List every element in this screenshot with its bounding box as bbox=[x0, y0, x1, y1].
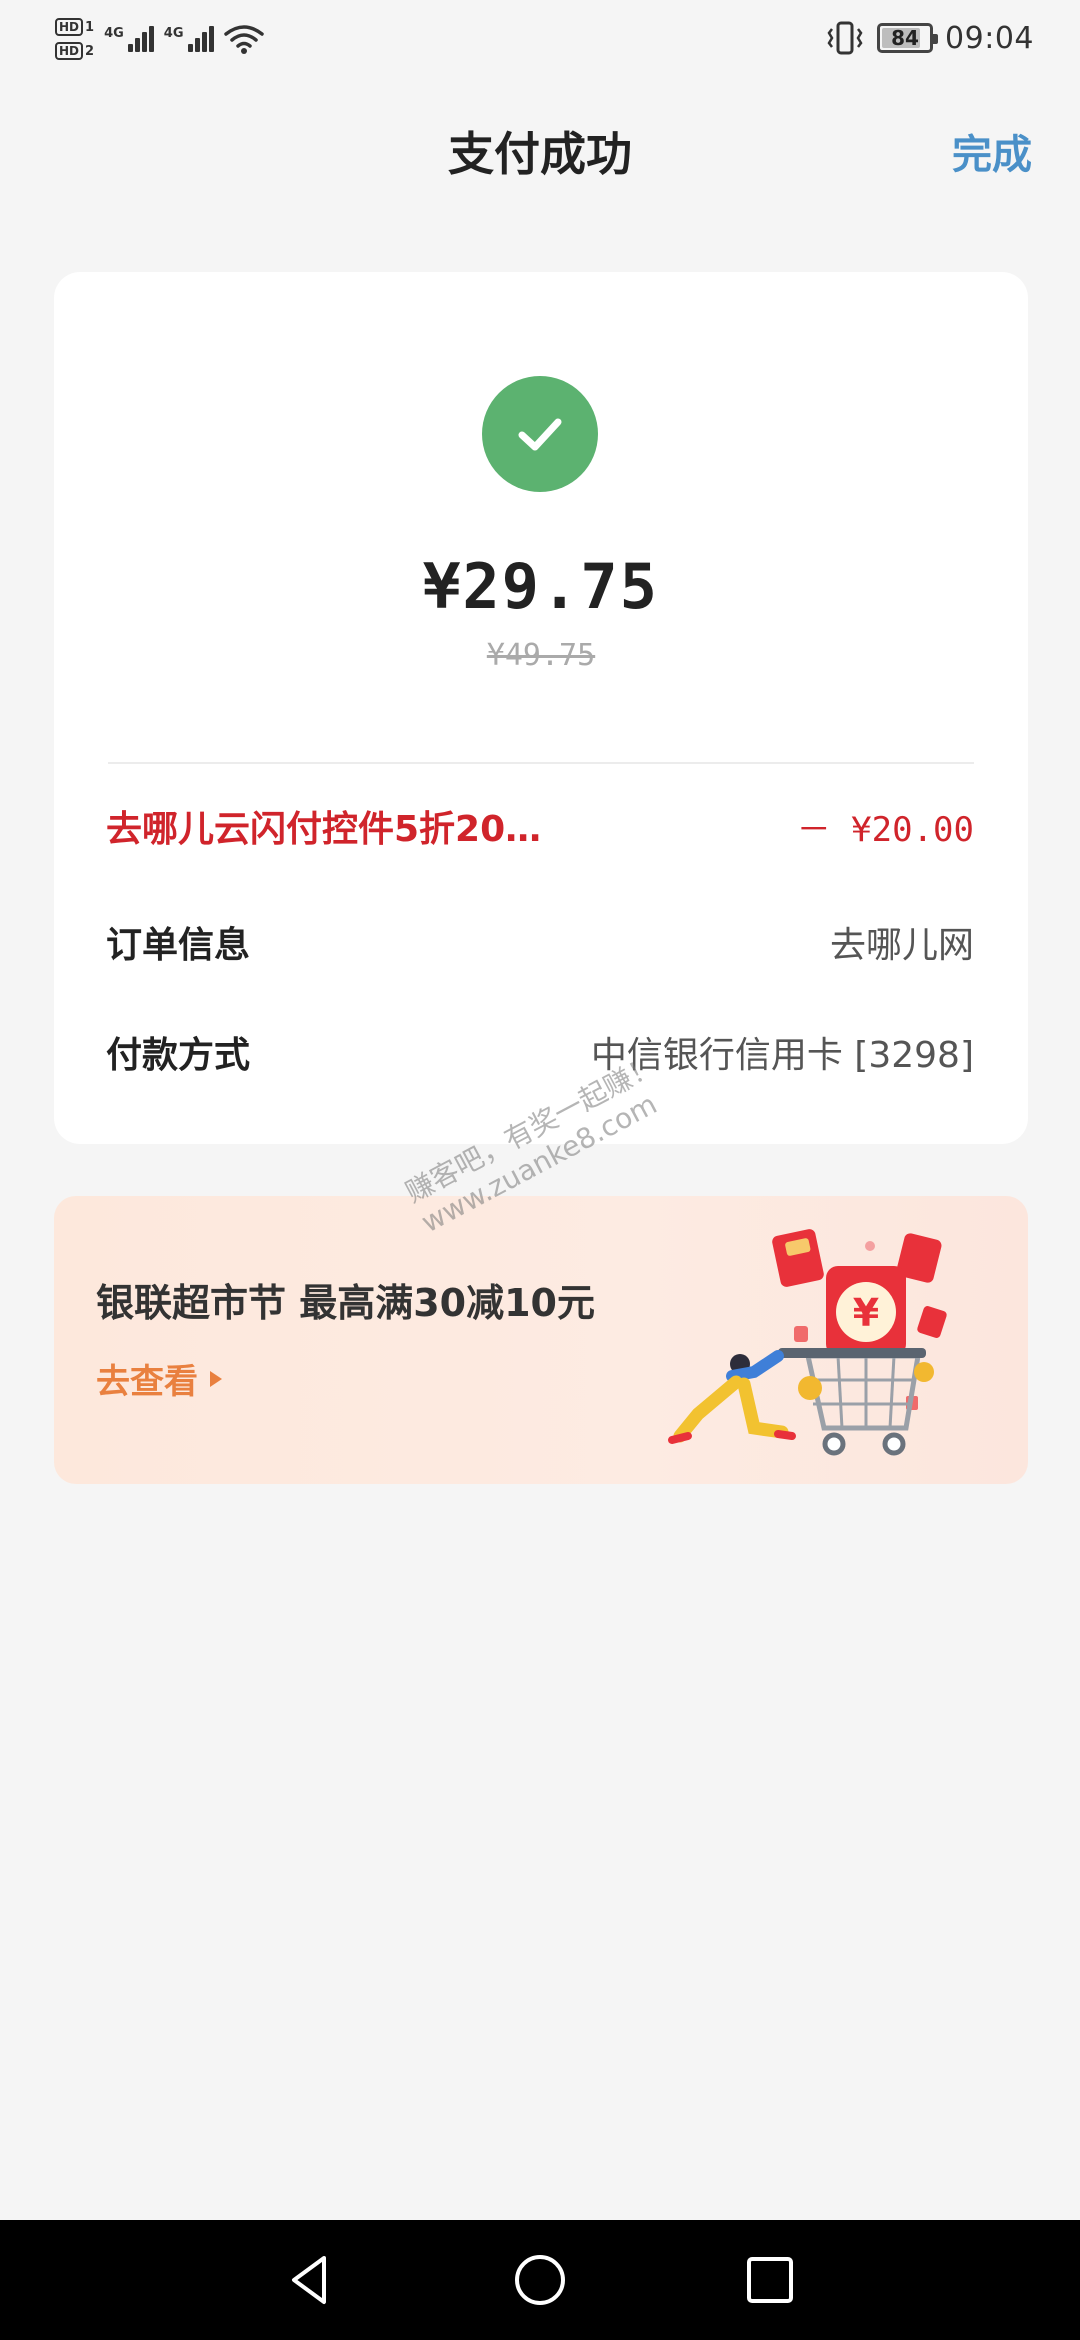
status-bar: HD 1 HD 2 4G 4G 84 09:04 bbox=[0, 0, 1080, 78]
clock: 09:04 bbox=[945, 20, 1034, 56]
hd-sim-number: 1 bbox=[85, 19, 95, 35]
svg-text:¥: ¥ bbox=[853, 1291, 879, 1335]
divider bbox=[108, 762, 974, 764]
discount-row: 去哪儿云闪付控件5折20… － ¥20.00 bbox=[106, 796, 974, 856]
order-info-row: 订单信息 去哪儿网 bbox=[106, 912, 974, 972]
checkmark-glyph bbox=[518, 418, 562, 451]
payment-method-label: 付款方式 bbox=[106, 1035, 251, 1076]
play-arrow-icon bbox=[210, 1370, 222, 1387]
network-type: 4G bbox=[104, 26, 124, 41]
home-icon[interactable] bbox=[510, 2250, 570, 2310]
check-icon bbox=[482, 376, 598, 492]
promo-link[interactable]: 去查看 bbox=[96, 1354, 224, 1403]
signal-icon: 4G bbox=[164, 26, 214, 52]
shopping-cart-illustration: ¥ bbox=[668, 1229, 947, 1456]
signal-bar bbox=[127, 44, 133, 52]
navigation-bar bbox=[0, 2220, 1080, 2340]
promo-title: 银联超市节 最高满30减10元 bbox=[96, 1281, 595, 1325]
hd-icon: HD 1 bbox=[55, 18, 94, 36]
order-info-value: 去哪儿网 bbox=[829, 925, 974, 966]
promo-link-label: 去查看 bbox=[96, 1362, 198, 1402]
hd-sim-number: 2 bbox=[85, 43, 95, 59]
payment-method-value: 中信银行信用卡 [3298] bbox=[590, 1035, 974, 1076]
status-left: HD 1 HD 2 4G 4G bbox=[55, 14, 264, 64]
payment-method-row: 付款方式 中信银行信用卡 [3298] bbox=[106, 1022, 974, 1082]
signal-icon: 4G bbox=[104, 26, 154, 52]
discount-value: － ¥20.00 bbox=[796, 809, 974, 850]
recent-apps-icon[interactable] bbox=[740, 2250, 800, 2310]
signal-bar bbox=[208, 26, 214, 52]
original-amount: ¥49.75 bbox=[486, 638, 596, 673]
promo-banner[interactable]: 银联超市节 最高满30减10元 去查看 ¥ bbox=[54, 1196, 1028, 1484]
signal-bar bbox=[187, 44, 193, 52]
hd-label: HD bbox=[55, 42, 84, 60]
battery-level: 84 bbox=[891, 26, 919, 50]
hd-indicators: HD 1 HD 2 bbox=[55, 18, 94, 60]
discount-label: 去哪儿云闪付控件5折20… bbox=[106, 809, 542, 850]
vibrate-icon bbox=[827, 21, 863, 55]
back-icon[interactable] bbox=[280, 2250, 340, 2310]
order-info-label: 订单信息 bbox=[106, 925, 251, 966]
signal-bar bbox=[141, 32, 147, 52]
hd-label: HD bbox=[55, 18, 84, 36]
done-button[interactable]: 完成 bbox=[952, 122, 1032, 180]
signal-bar bbox=[134, 38, 140, 52]
signal-bar bbox=[194, 38, 200, 52]
page-title: 支付成功 bbox=[448, 127, 632, 181]
signal-bar bbox=[148, 26, 154, 52]
hd-icon: HD 2 bbox=[55, 42, 94, 60]
wifi-icon bbox=[223, 25, 264, 54]
signal-bar bbox=[201, 32, 207, 52]
paid-amount: ¥29.75 bbox=[423, 550, 659, 623]
status-right: 84 09:04 bbox=[825, 18, 1034, 58]
battery-icon: 84 bbox=[877, 23, 939, 53]
network-type: 4G bbox=[163, 26, 184, 41]
payment-result-card: ¥29.75 ¥49.75 去哪儿云闪付控件5折20… － ¥20.00 订单信… bbox=[54, 272, 1028, 1144]
